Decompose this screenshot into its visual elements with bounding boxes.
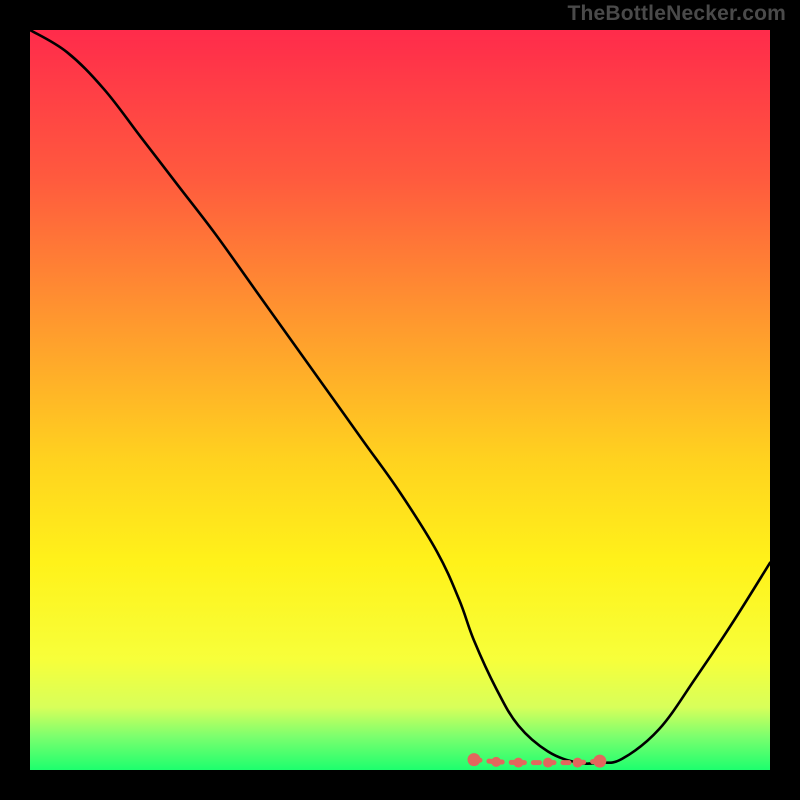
bottleneck-chart	[0, 0, 800, 800]
highlight-dot	[491, 757, 501, 767]
highlight-dot	[468, 753, 481, 766]
highlight-dot	[543, 758, 553, 768]
highlight-dot	[573, 758, 583, 768]
gradient-background	[30, 30, 770, 770]
highlight-dot	[593, 755, 606, 768]
chart-frame: { "attribution": "TheBottleNecker.com", …	[0, 0, 800, 800]
highlight-dot	[513, 758, 523, 768]
